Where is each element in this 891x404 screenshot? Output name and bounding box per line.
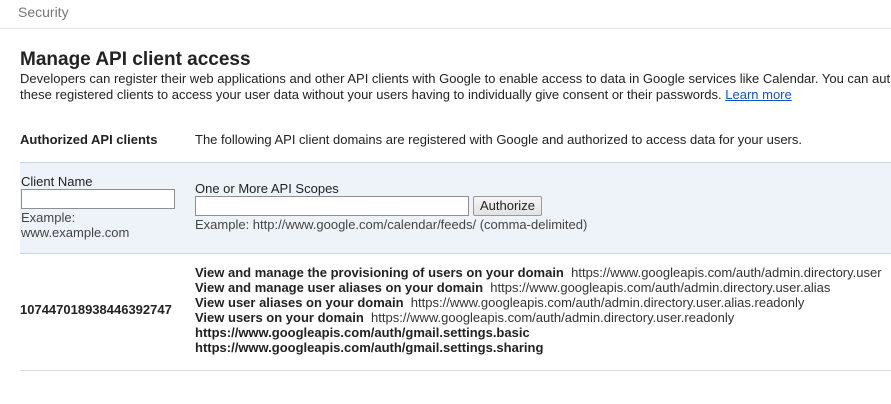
client-id: 107447018938446392747 bbox=[20, 302, 172, 317]
scope-name: https://www.googleapis.com/auth/gmail.se… bbox=[195, 325, 530, 340]
scope-item: View and manage the provisioning of user… bbox=[195, 265, 891, 280]
page-description: Developers can register their web applic… bbox=[20, 71, 891, 103]
description-line-1: Developers can register their web applic… bbox=[20, 71, 891, 86]
scope-url: https://www.googleapis.com/auth/admin.di… bbox=[490, 280, 831, 295]
breadcrumb-divider bbox=[0, 28, 891, 29]
page-title: Manage API client access bbox=[20, 49, 251, 70]
description-line-2: these registered clients to access your … bbox=[20, 87, 891, 103]
client-row: 107447018938446392747 View and manage th… bbox=[20, 254, 891, 371]
description-line-2-text: these registered clients to access your … bbox=[20, 87, 722, 102]
authorized-clients-description: The following API client domains are reg… bbox=[195, 132, 802, 147]
scope-item: View and manage user aliases on your dom… bbox=[195, 280, 891, 295]
scope-name: View and manage user aliases on your dom… bbox=[195, 280, 484, 295]
scope-item: View user aliases on your domain https:/… bbox=[195, 295, 891, 310]
breadcrumb[interactable]: Security bbox=[18, 4, 69, 20]
scope-url: https://www.googleapis.com/auth/admin.di… bbox=[410, 295, 805, 310]
client-name-example: Example: www.example.com bbox=[21, 210, 129, 240]
authorized-clients-label: Authorized API clients bbox=[20, 132, 158, 147]
scope-item: https://www.googleapis.com/auth/gmail.se… bbox=[195, 340, 891, 355]
scope-name: View and manage the provisioning of user… bbox=[195, 265, 564, 280]
authorize-button[interactable]: Authorize bbox=[473, 196, 542, 216]
scope-name: https://www.googleapis.com/auth/gmail.se… bbox=[195, 340, 544, 355]
client-name-example-line-1: Example: bbox=[21, 210, 76, 225]
api-scopes-label: One or More API Scopes bbox=[195, 181, 339, 196]
scope-name: View user aliases on your domain bbox=[195, 295, 404, 310]
scope-url: https://www.googleapis.com/auth/admin.di… bbox=[571, 265, 882, 280]
client-name-example-line-2: www.example.com bbox=[21, 225, 130, 240]
client-name-input[interactable] bbox=[21, 189, 175, 209]
api-scopes-input[interactable] bbox=[195, 196, 469, 216]
scope-url: https://www.googleapis.com/auth/admin.di… bbox=[371, 310, 735, 325]
scope-item: View users on your domain https://www.go… bbox=[195, 310, 891, 325]
client-scopes-list: View and manage the provisioning of user… bbox=[195, 265, 891, 355]
client-name-label: Client Name bbox=[21, 174, 93, 189]
scope-name: View users on your domain bbox=[195, 310, 364, 325]
add-client-panel: Client Name Example: www.example.com One… bbox=[20, 162, 891, 254]
scope-item: https://www.googleapis.com/auth/gmail.se… bbox=[195, 325, 891, 340]
api-scopes-example: Example: http://www.google.com/calendar/… bbox=[195, 217, 588, 232]
learn-more-link[interactable]: Learn more bbox=[725, 87, 791, 102]
